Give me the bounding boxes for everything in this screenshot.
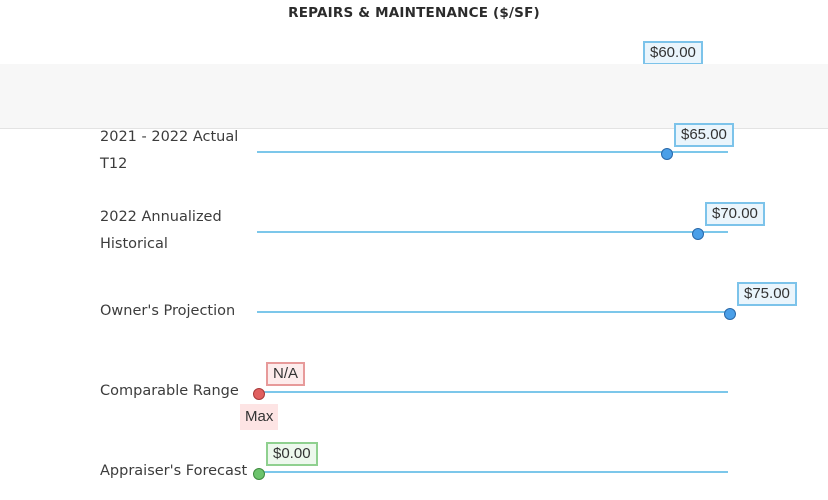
chart-title: REPAIRS & MAINTENANCE ($/SF) xyxy=(288,5,540,21)
slider-track-appraisers-forecast xyxy=(257,471,728,473)
slider-track-actual-t12 xyxy=(257,151,728,153)
value-badge-comparable-range: N/A xyxy=(266,362,306,386)
row-label-annualized-historical: 2022 Annualized Historical xyxy=(100,204,260,258)
row-label-line1: 2021 - 2022 Actual xyxy=(100,129,239,145)
row-label-line1: 2022 Annualized xyxy=(100,209,222,225)
value-badge-annualized-historical: $70.00 xyxy=(705,202,765,226)
top-value-badge: $60.00 xyxy=(643,41,703,65)
row-label-line1: Comparable Range xyxy=(100,383,239,399)
slider-thumb-owners-projection[interactable] xyxy=(724,308,736,320)
slider-thumb-annualized-historical[interactable] xyxy=(692,228,704,240)
row-label-line2: Historical xyxy=(100,236,168,252)
value-badge-appraisers-forecast: $0.00 xyxy=(266,442,318,466)
comparable-max-label: Max xyxy=(240,404,279,430)
slider-track-annualized-historical xyxy=(257,231,728,233)
row-label-appraisers-forecast: Appraiser's Forecast xyxy=(100,458,260,485)
row-label-actual-t12: 2021 - 2022 Actual T12 xyxy=(100,124,260,178)
row-label-comparable-range: Comparable Range xyxy=(100,378,260,405)
slider-track-owners-projection xyxy=(257,311,728,313)
value-badge-owners-projection: $75.00 xyxy=(737,282,797,306)
row-label-owners-projection: Owner's Projection xyxy=(100,298,260,325)
row-label-line1: Appraiser's Forecast xyxy=(100,463,248,479)
value-badge-actual-t12: $65.00 xyxy=(674,123,734,147)
row-label-line2: T12 xyxy=(100,156,128,172)
slider-thumb-appraisers-forecast[interactable] xyxy=(253,468,265,480)
header-band xyxy=(0,64,828,129)
slider-thumb-comparable-range[interactable] xyxy=(253,388,265,400)
row-label-line1: Owner's Projection xyxy=(100,303,236,319)
slider-track-comparable-range xyxy=(257,391,728,393)
slider-thumb-actual-t12[interactable] xyxy=(661,148,673,160)
